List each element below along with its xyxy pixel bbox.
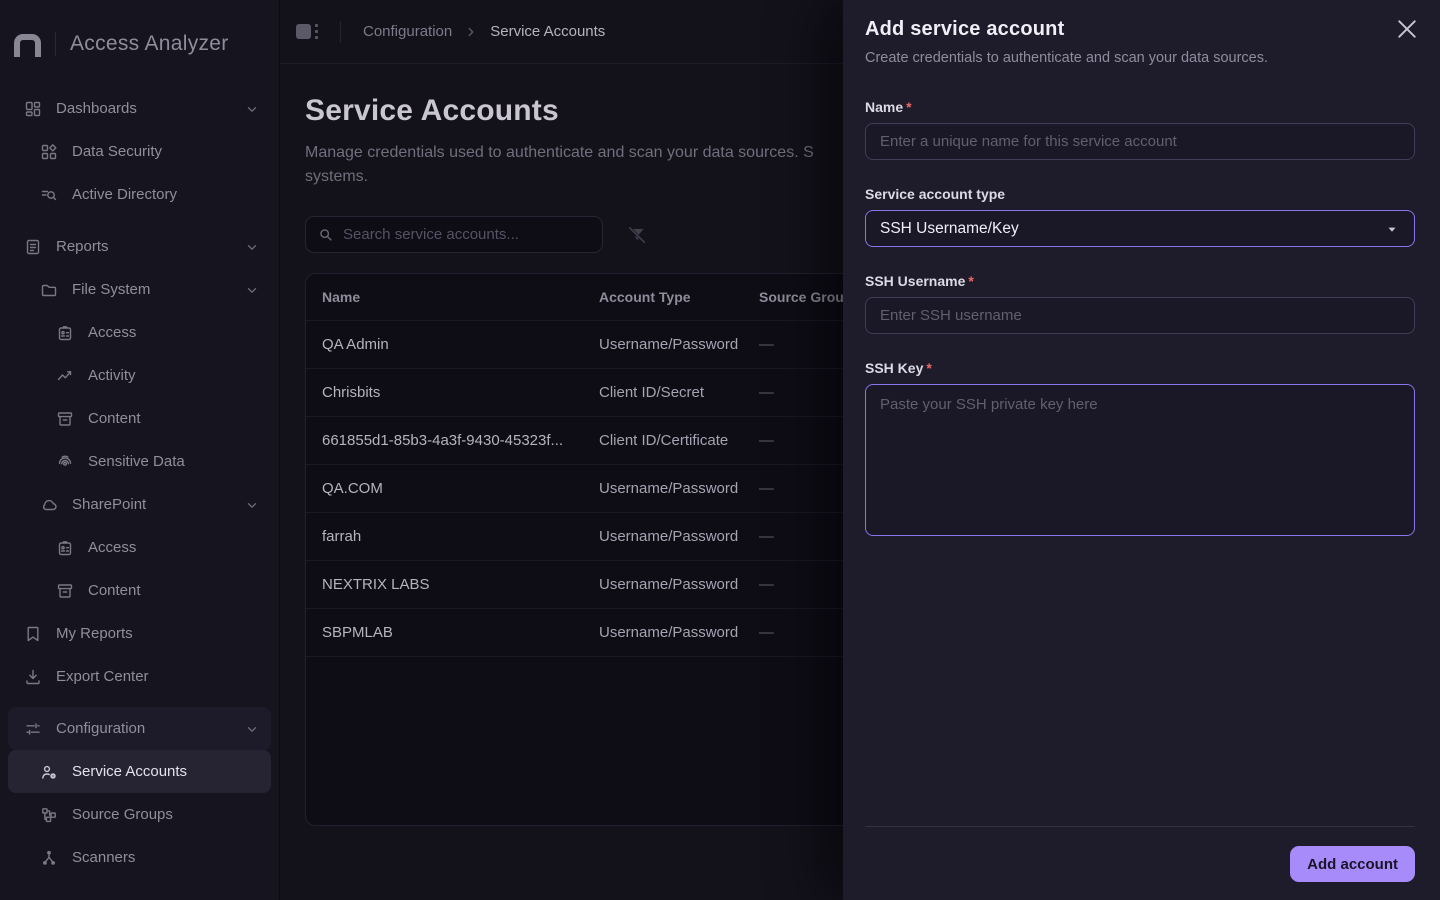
chevron-down-icon: [245, 240, 259, 254]
sidebar-nav: Dashboards Data Security Active Director…: [0, 83, 279, 879]
brand[interactable]: Access Analyzer: [0, 0, 279, 83]
chevron-down-icon: [245, 498, 259, 512]
ssh-username-field-group: SSH Username*: [865, 273, 1415, 334]
drawer-subtitle: Create credentials to authenticate and s…: [865, 50, 1416, 66]
column-header-account-type: Account Type: [583, 289, 743, 305]
id-badge-icon: [56, 539, 74, 557]
sidebar-item-source-groups[interactable]: Source Groups: [8, 793, 271, 836]
sidebar-item-sharepoint[interactable]: SharePoint: [8, 483, 271, 526]
user-gear-icon: [40, 763, 58, 781]
name-field-group: Name*: [865, 99, 1415, 160]
dashboard-icon: [24, 100, 42, 118]
drawer-header: Add service account Create credentials t…: [843, 0, 1440, 66]
chevron-down-icon: [245, 102, 259, 116]
ssh-key-label: SSH Key*: [865, 360, 1415, 376]
breadcrumb-current: Service Accounts: [490, 23, 605, 40]
network-node-icon: [40, 849, 58, 867]
sidebar-item-file-system[interactable]: File System: [8, 268, 271, 311]
archive-icon: [56, 410, 74, 428]
account-type-field-group: Service account type SSH Username/Key: [865, 186, 1415, 247]
search-icon: [318, 227, 334, 243]
chevron-down-icon: [245, 283, 259, 297]
topbar-divider: [340, 21, 341, 43]
brand-name: Access Analyzer: [70, 32, 229, 56]
account-type-selected-value: SSH Username/Key: [880, 220, 1019, 238]
sidebar-item-scanners[interactable]: Scanners: [8, 836, 271, 879]
ssh-username-label: SSH Username*: [865, 273, 1415, 289]
sidebar-toggle-icon[interactable]: [296, 24, 318, 39]
sliders-icon: [24, 720, 42, 738]
required-asterisk: *: [968, 273, 973, 289]
download-icon: [24, 668, 42, 686]
breadcrumb: Configuration Service Accounts: [363, 23, 605, 40]
data-security-icon: [40, 143, 58, 161]
ssh-key-field-group: SSH Key*: [865, 360, 1415, 541]
required-asterisk: *: [926, 360, 931, 376]
bookmark-icon: [24, 625, 42, 643]
sidebar-item-my-reports[interactable]: My Reports: [8, 612, 271, 655]
sidebar-item-service-accounts[interactable]: Service Accounts: [8, 750, 271, 793]
account-type-select[interactable]: SSH Username/Key: [865, 210, 1415, 247]
folder-icon: [40, 281, 58, 299]
footer-divider: [865, 826, 1415, 827]
hierarchy-icon: [40, 806, 58, 824]
sidebar-item-fs-access[interactable]: Access: [8, 311, 271, 354]
add-account-button[interactable]: Add account: [1290, 846, 1415, 882]
ssh-key-textarea[interactable]: [865, 384, 1415, 536]
sidebar-item-export-center[interactable]: Export Center: [8, 655, 271, 698]
drawer-footer: Add account: [843, 826, 1440, 900]
sidebar-item-reports[interactable]: Reports: [8, 225, 271, 268]
sidebar-item-data-security[interactable]: Data Security: [8, 130, 271, 173]
chevron-right-icon: [464, 25, 478, 39]
id-badge-icon: [56, 324, 74, 342]
column-header-name: Name: [306, 289, 583, 305]
add-service-account-drawer: Add service account Create credentials t…: [843, 0, 1440, 900]
breadcrumb-configuration[interactable]: Configuration: [363, 23, 452, 40]
list-search-icon: [40, 186, 58, 204]
name-label: Name*: [865, 99, 1415, 115]
search-box: [305, 216, 603, 253]
sidebar-item-sensitive-data[interactable]: Sensitive Data: [8, 440, 271, 483]
sidebar-item-sp-access[interactable]: Access: [8, 526, 271, 569]
search-input[interactable]: [343, 226, 590, 243]
fingerprint-icon: [56, 453, 74, 471]
chevron-down-icon: [245, 722, 259, 736]
account-type-label: Service account type: [865, 186, 1415, 202]
archive-icon: [56, 582, 74, 600]
sidebar-item-active-directory[interactable]: Active Directory: [8, 173, 271, 216]
drawer-form: Name* Service account type SSH Username/…: [843, 66, 1440, 826]
sidebar-item-configuration[interactable]: Configuration: [8, 707, 271, 750]
sidebar-item-sp-content[interactable]: Content: [8, 569, 271, 612]
brand-divider: [55, 32, 56, 56]
report-icon: [24, 238, 42, 256]
caret-down-icon: [1384, 221, 1400, 237]
ssh-username-input[interactable]: [865, 297, 1415, 334]
sidebar-item-dashboards[interactable]: Dashboards: [8, 87, 271, 130]
brand-logo-icon: [14, 34, 41, 57]
required-asterisk: *: [906, 99, 911, 115]
sidebar-item-fs-activity[interactable]: Activity: [8, 354, 271, 397]
close-icon[interactable]: [1398, 20, 1416, 38]
drawer-title: Add service account: [865, 18, 1064, 41]
name-input[interactable]: [865, 123, 1415, 160]
activity-icon: [56, 367, 74, 385]
filter-off-icon[interactable]: [627, 225, 647, 245]
sidebar-item-fs-content[interactable]: Content: [8, 397, 271, 440]
sidebar: Access Analyzer Dashboards Data Security…: [0, 0, 280, 900]
cloud-icon: [40, 496, 58, 514]
